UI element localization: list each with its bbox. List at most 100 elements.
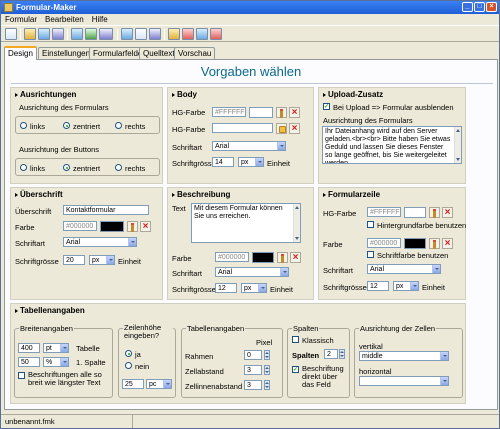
formularzeile-schriftgroesse-input[interactable]: 12: [367, 281, 389, 291]
body-schriftgroesse-input[interactable]: 14: [212, 157, 234, 167]
zellabstand-spinner[interactable]: [264, 365, 270, 375]
formularzeile-hg-checkbox[interactable]: [367, 221, 374, 228]
ueberschrift-clear-color-icon[interactable]: ×: [140, 221, 151, 232]
tab-quelltext[interactable]: Quelltext: [139, 47, 179, 59]
formularzeile-schrift-check-label: Schriftfarbe benutzen: [377, 251, 449, 260]
ueberschrift-schriftgroesse-input[interactable]: 20: [63, 255, 85, 265]
longest-text-checkbox[interactable]: [18, 372, 25, 379]
rahmen-spinner[interactable]: [264, 350, 270, 360]
horizontal-select[interactable]: [359, 376, 449, 386]
zeilenhoehe-unit-select[interactable]: pc: [146, 379, 172, 389]
tab-design[interactable]: Design: [4, 46, 37, 60]
formularzeile-farbe-input[interactable]: #000000: [367, 238, 401, 248]
tab-vorschau[interactable]: Vorschau (F9): [174, 47, 216, 69]
menu-bearbeiten[interactable]: Bearbeiten: [41, 14, 88, 24]
menu-formular[interactable]: Formular: [1, 14, 41, 24]
ueberschrift-unit-select[interactable]: px: [89, 255, 115, 265]
app-icon: [4, 3, 13, 12]
zellabstand-input[interactable]: 3: [244, 365, 262, 375]
status-filename: unbenannt.fmk: [1, 415, 133, 428]
zeilenhoehe-radio-nein[interactable]: [125, 362, 132, 369]
formularzeile-hg-clear-icon[interactable]: ×: [442, 207, 453, 218]
upload-hide-checkbox[interactable]: ✓: [323, 103, 330, 110]
body-hg-image-input[interactable]: [212, 123, 273, 133]
close-button[interactable]: ×: [486, 2, 497, 12]
preview-icon[interactable]: [121, 28, 133, 40]
zellinnenabstand-input[interactable]: 3: [244, 380, 262, 390]
save-as-icon[interactable]: [52, 28, 64, 40]
help-icon[interactable]: [196, 28, 208, 40]
spalte-width-input[interactable]: 50: [18, 357, 40, 367]
ueberschrift-pick-color-icon[interactable]: [127, 221, 138, 232]
body-pick-image-icon[interactable]: [276, 123, 287, 134]
zeilenhoehe-radio-ja[interactable]: [125, 350, 132, 357]
body-clear-color-icon[interactable]: ×: [289, 107, 300, 118]
vertikal-select[interactable]: middle: [359, 351, 449, 361]
menu-hilfe[interactable]: Hilfe: [88, 14, 112, 24]
body-pick-color-icon[interactable]: [276, 107, 287, 118]
beschreibung-pick-color-icon[interactable]: [277, 252, 288, 263]
export-icon[interactable]: [71, 28, 83, 40]
formular-radio-zentriert[interactable]: [63, 122, 70, 129]
refresh-icon[interactable]: [168, 28, 180, 40]
body-unit-select[interactable]: px: [238, 157, 264, 167]
body-schriftart-select[interactable]: Arial: [212, 141, 286, 151]
status-bar: unbenannt.fmk: [1, 414, 499, 428]
open-folder-icon[interactable]: [24, 28, 36, 40]
vertikal-label: vertikal: [359, 342, 383, 351]
buttons-radio-zentriert[interactable]: [63, 164, 70, 171]
spalten-spinner[interactable]: [339, 349, 345, 359]
zeilenhoehe-input[interactable]: 25: [122, 379, 144, 389]
exit-icon[interactable]: [210, 28, 222, 40]
beschreibung-textarea[interactable]: Mit diesem Formular können Sie uns errei…: [191, 203, 301, 243]
scrollbar[interactable]: [293, 204, 300, 242]
maximize-button[interactable]: □: [474, 2, 485, 12]
beschreibung-schriftart-select[interactable]: Arial: [215, 267, 289, 277]
open-icon[interactable]: [135, 28, 147, 40]
spalten-input[interactable]: 2: [324, 349, 338, 359]
klassisch-checkbox[interactable]: [292, 336, 299, 343]
image-icon[interactable]: [85, 28, 97, 40]
tabelle-width-input[interactable]: 400: [18, 343, 40, 353]
info-icon[interactable]: [182, 28, 194, 40]
ueberschrift-farbe-input[interactable]: #000000: [63, 221, 97, 231]
spalte-unit-select[interactable]: %: [43, 357, 69, 367]
ueberschrift-schriftgroesse-label: Schriftgrösse: [15, 257, 59, 266]
body-clear-image-icon[interactable]: ×: [289, 123, 300, 134]
beschreibung-farbe-input[interactable]: #000000: [215, 252, 249, 262]
new-file-icon[interactable]: [5, 28, 17, 40]
buttons-radio-links[interactable]: [20, 164, 27, 171]
radio-label: links: [30, 164, 46, 173]
formularzeile-clear-color-icon[interactable]: ×: [442, 238, 453, 249]
zellinnenabstand-spinner[interactable]: [264, 380, 270, 390]
formularzeile-schrift-checkbox[interactable]: [367, 251, 374, 258]
formular-radio-rechts[interactable]: [115, 122, 122, 129]
panel-body: Body HG-Farbe #FFFFFF × HG-Farbe × Schri…: [167, 87, 314, 184]
formularzeile-pick-color-icon[interactable]: [429, 238, 440, 249]
klassisch-label: Klassisch: [302, 336, 334, 345]
save-icon[interactable]: [38, 28, 50, 40]
formularzeile-schriftart-select[interactable]: Arial: [367, 264, 441, 274]
settings-icon[interactable]: [149, 28, 161, 40]
upload-message-textarea[interactable]: Ihr Dateianhang wird auf den Server gela…: [322, 126, 462, 164]
buttons-radio-rechts[interactable]: [115, 164, 122, 171]
ueberschrift-schriftart-select[interactable]: Arial: [63, 237, 137, 247]
minimize-button[interactable]: _: [462, 2, 473, 12]
buttons-alignment-label: Ausrichtung der Buttons: [19, 145, 100, 154]
php-icon[interactable]: [99, 28, 113, 40]
formularzeile-hg-farbe-input[interactable]: #FFFFFF: [367, 207, 401, 217]
beschreibung-unit-select[interactable]: px: [241, 283, 267, 293]
tabelle-unit-select[interactable]: pt: [43, 343, 69, 353]
body-hg-farbe-input[interactable]: #FFFFFF: [212, 107, 246, 117]
beschreibung-schriftgroesse-input[interactable]: 12: [215, 283, 237, 293]
scrollbar[interactable]: [454, 127, 461, 163]
formularzeile-unit-select[interactable]: px: [393, 281, 419, 291]
formularzeile-hg-farbe-label: HG-Farbe: [323, 209, 357, 218]
beschriftung-check[interactable]: ✓: [292, 366, 299, 373]
beschreibung-clear-color-icon[interactable]: ×: [290, 252, 301, 263]
formular-radio-links[interactable]: [20, 122, 27, 129]
tab-einstellungen[interactable]: Einstellungen: [38, 47, 95, 59]
ueberschrift-input[interactable]: Kontaktformular: [63, 205, 149, 215]
formularzeile-hg-pick-icon[interactable]: [429, 207, 440, 218]
rahmen-input[interactable]: 0: [244, 350, 262, 360]
